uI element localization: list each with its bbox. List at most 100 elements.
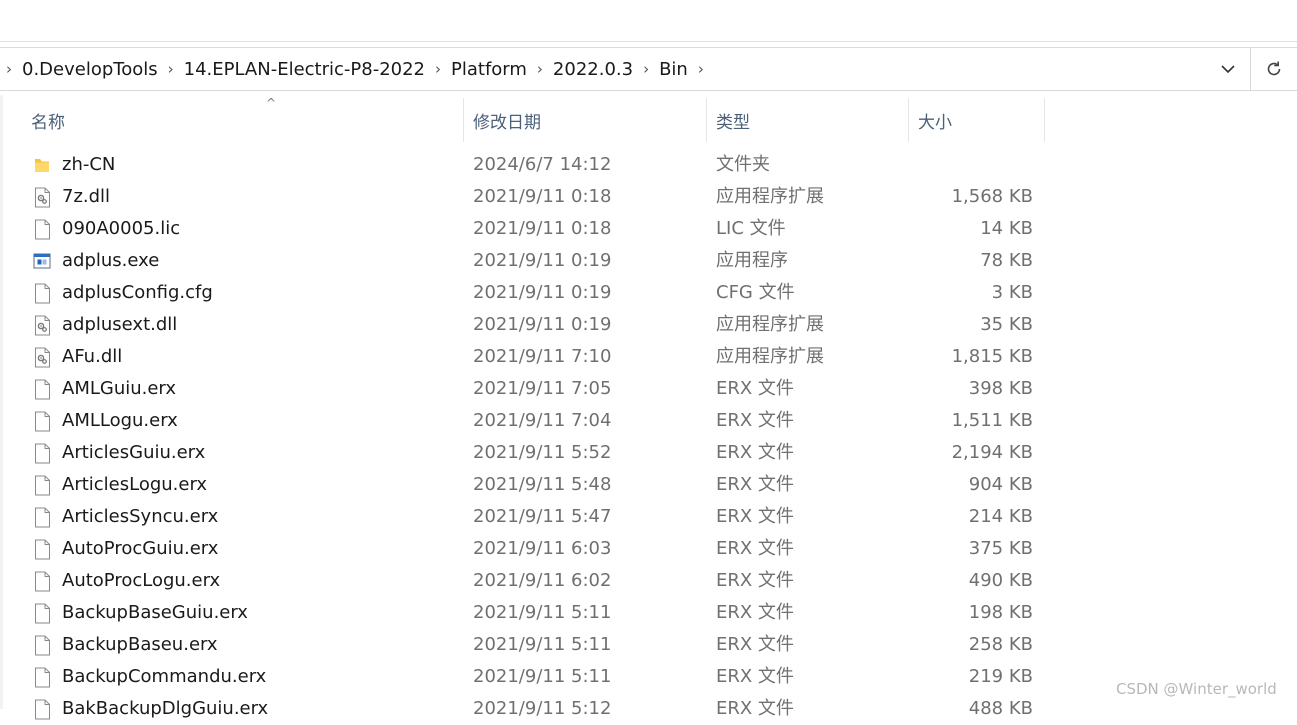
file-row[interactable]: 7z.dll 2021/9/11 0:18 应用程序扩展 1,568 KB bbox=[0, 181, 1297, 213]
file-name: BackupBaseGuiu.erx bbox=[62, 602, 248, 623]
file-row[interactable]: adplus.exe 2021/9/11 0:19 应用程序 78 KB bbox=[0, 245, 1297, 277]
file-modified-date: 2021/9/11 5:52 bbox=[473, 442, 612, 463]
file-icon bbox=[35, 603, 50, 624]
column-header-label: 类型 bbox=[716, 112, 750, 133]
file-modified-date: 2021/9/11 6:02 bbox=[473, 570, 612, 591]
file-size: 258 KB bbox=[968, 634, 1033, 655]
chevron-down-icon bbox=[1221, 64, 1235, 73]
refresh-button[interactable] bbox=[1251, 47, 1297, 91]
file-modified-date: 2021/9/11 0:19 bbox=[473, 314, 612, 335]
file-name: AMLLogu.erx bbox=[62, 410, 178, 431]
chevron-right-icon[interactable]: › bbox=[637, 60, 655, 78]
file-row[interactable]: BackupBaseu.erx 2021/9/11 5:11 ERX 文件 258 K… bbox=[0, 629, 1297, 661]
file-size: 1,511 KB bbox=[951, 410, 1033, 431]
file-row[interactable]: ArticlesLogu.erx 2021/9/11 5:48 ERX 文件 904 … bbox=[0, 469, 1297, 501]
file-modified-date: 2021/9/11 0:18 bbox=[473, 218, 612, 239]
file-row[interactable]: ArticlesGuiu.erx 2021/9/11 5:52 ERX 文件 2,19… bbox=[0, 437, 1297, 469]
dll-file-icon bbox=[35, 187, 50, 208]
file-size: 198 KB bbox=[968, 602, 1033, 623]
file-size: 1,568 KB bbox=[951, 186, 1033, 207]
breadcrumb-item[interactable]: 14.EPLAN-Electric-P8-2022 bbox=[180, 59, 429, 80]
file-row[interactable]: AMLGuiu.erx 2021/9/11 7:05 ERX 文件 398 KB bbox=[0, 373, 1297, 405]
file-modified-date: 2021/9/11 5:11 bbox=[473, 602, 612, 623]
column-divider[interactable] bbox=[908, 98, 909, 142]
file-row[interactable]: AMLLogu.erx 2021/9/11 7:04 ERX 文件 1,511 KB bbox=[0, 405, 1297, 437]
column-header-label: 名称 bbox=[31, 112, 65, 133]
address-history-dropdown[interactable] bbox=[1214, 56, 1242, 82]
breadcrumb-item[interactable]: 0.DevelopTools bbox=[18, 59, 162, 80]
file-modified-date: 2021/9/11 5:11 bbox=[473, 634, 612, 655]
file-icon bbox=[35, 475, 50, 496]
address-bar[interactable]: › 0.DevelopTools › 14.EPLAN-Electric-P8-… bbox=[0, 47, 1251, 91]
file-name: adplus.exe bbox=[62, 250, 160, 271]
file-row[interactable]: AFu.dll 2021/9/11 7:10 应用程序扩展 1,815 KB bbox=[0, 341, 1297, 373]
file-icon bbox=[35, 283, 50, 304]
file-modified-date: 2021/9/11 6:03 bbox=[473, 538, 612, 559]
file-name: ArticlesLogu.erx bbox=[62, 474, 208, 495]
file-modified-date: 2021/9/11 0:19 bbox=[473, 250, 612, 271]
file-row[interactable]: 090A0005.lic 2021/9/11 0:18 LIC 文件 14 KB bbox=[0, 213, 1297, 245]
sort-ascending-icon: ^ bbox=[266, 96, 277, 110]
breadcrumb-item[interactable]: 2022.0.3 bbox=[549, 59, 637, 80]
file-type: ERX 文件 bbox=[716, 570, 794, 591]
file-icon bbox=[35, 699, 50, 720]
column-divider[interactable] bbox=[463, 98, 464, 142]
file-row[interactable]: ArticlesSyncu.erx 2021/9/11 5:47 ERX 文件 214… bbox=[0, 501, 1297, 533]
dll-file-icon bbox=[35, 347, 50, 368]
column-header-size[interactable]: 大小 bbox=[918, 98, 1044, 142]
file-modified-date: 2024/6/7 14:12 bbox=[473, 154, 612, 175]
file-size: 1,815 KB bbox=[951, 346, 1033, 367]
file-modified-date: 2021/9/11 7:10 bbox=[473, 346, 612, 367]
file-size: 219 KB bbox=[968, 666, 1033, 687]
file-name: 090A0005.lic bbox=[62, 218, 181, 239]
chevron-right-icon[interactable]: › bbox=[531, 60, 549, 78]
column-divider[interactable] bbox=[706, 98, 707, 142]
file-type: ERX 文件 bbox=[716, 538, 794, 559]
file-modified-date: 2021/9/11 5:12 bbox=[473, 698, 612, 719]
file-row[interactable]: BackupBaseGuiu.erx 2021/9/11 5:11 ERX 文件 19… bbox=[0, 597, 1297, 629]
file-name: BackupBaseu.erx bbox=[62, 634, 218, 655]
file-row[interactable]: AutoProcLogu.erx 2021/9/11 6:02 ERX 文件 490 … bbox=[0, 565, 1297, 597]
file-type: 应用程序扩展 bbox=[716, 314, 824, 335]
breadcrumb-item[interactable]: Bin bbox=[655, 59, 692, 80]
column-header-label: 大小 bbox=[918, 112, 952, 133]
file-size: 398 KB bbox=[968, 378, 1033, 399]
file-type: LIC 文件 bbox=[716, 218, 786, 239]
file-name: ArticlesGuiu.erx bbox=[62, 442, 206, 463]
file-modified-date: 2021/9/11 7:05 bbox=[473, 378, 612, 399]
file-row[interactable]: BackupCommandu.erx 2021/9/11 5:11 ERX 文件 21… bbox=[0, 661, 1297, 693]
file-icon bbox=[35, 539, 50, 560]
column-header-name[interactable]: 名称 ^ bbox=[31, 96, 463, 142]
column-header-type[interactable]: 类型 bbox=[716, 98, 908, 142]
file-size: 375 KB bbox=[968, 538, 1033, 559]
breadcrumb-item[interactable]: Platform bbox=[447, 59, 531, 80]
file-icon bbox=[35, 635, 50, 656]
file-type: CFG 文件 bbox=[716, 282, 795, 303]
file-size bbox=[900, 149, 1033, 181]
column-header-label: 修改日期 bbox=[473, 112, 541, 133]
chevron-right-icon[interactable]: › bbox=[429, 60, 447, 78]
dll-file-icon bbox=[35, 315, 50, 336]
file-row[interactable]: adplusext.dll 2021/9/11 0:19 应用程序扩展 35 KB bbox=[0, 309, 1297, 341]
column-header-date[interactable]: 修改日期 bbox=[473, 98, 705, 142]
file-type: ERX 文件 bbox=[716, 474, 794, 495]
file-size: 904 KB bbox=[968, 474, 1033, 495]
file-row[interactable]: AutoProcGuiu.erx 2021/9/11 6:03 ERX 文件 375 … bbox=[0, 533, 1297, 565]
file-modified-date: 2021/9/11 7:04 bbox=[473, 410, 612, 431]
refresh-icon bbox=[1267, 61, 1281, 76]
column-divider[interactable] bbox=[1044, 98, 1045, 142]
file-type: ERX 文件 bbox=[716, 666, 794, 687]
file-modified-date: 2021/9/11 5:48 bbox=[473, 474, 612, 495]
file-row[interactable]: adplusConfig.cfg 2021/9/11 0:19 CFG 文件 3 KB bbox=[0, 277, 1297, 309]
file-row[interactable]: BakBackupDlgGuiu.erx 2021/9/11 5:12 ERX 文件… bbox=[0, 693, 1297, 725]
folder-icon bbox=[35, 159, 49, 172]
file-name: adplusext.dll bbox=[62, 314, 178, 335]
chevron-right-icon[interactable]: › bbox=[0, 60, 18, 78]
file-icon bbox=[35, 219, 50, 240]
file-row[interactable]: zh-CN 2024/6/7 14:12 文件夹 bbox=[0, 149, 1297, 181]
file-type: ERX 文件 bbox=[716, 506, 794, 527]
chevron-right-icon[interactable]: › bbox=[162, 60, 180, 78]
file-size: 14 KB bbox=[980, 218, 1033, 239]
chevron-right-icon[interactable]: › bbox=[692, 60, 710, 78]
file-type: 应用程序 bbox=[716, 250, 788, 271]
